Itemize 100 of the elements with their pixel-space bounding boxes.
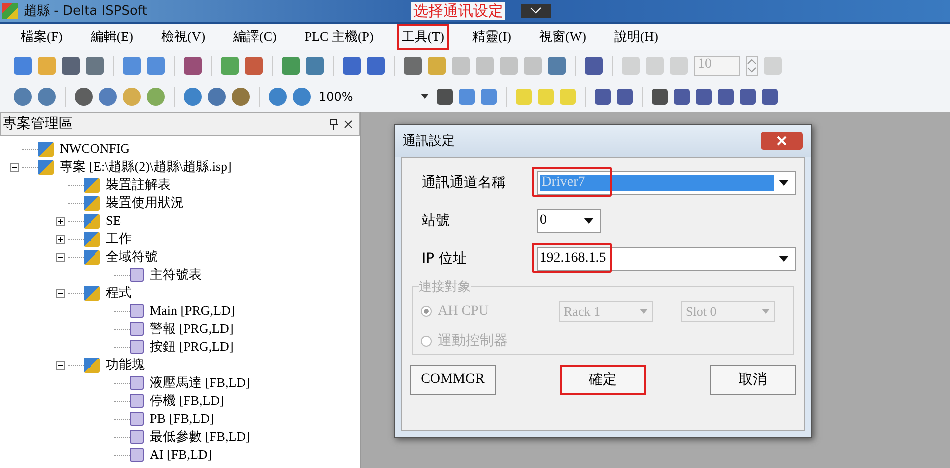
- toolbar-icon[interactable]: [269, 88, 287, 106]
- tree-item[interactable]: NWCONFIG: [60, 141, 130, 157]
- toolbar-icon[interactable]: [86, 56, 104, 74]
- close-icon: [777, 136, 787, 146]
- toolbar-icon[interactable]: [437, 88, 453, 104]
- toolbar-icon[interactable]: [293, 88, 311, 106]
- tree-item-icon: [130, 412, 144, 426]
- toolbar-icon[interactable]: [762, 88, 778, 104]
- dialog-title: 通訊設定: [403, 133, 455, 150]
- annotation-text: 选择通讯设定: [411, 2, 506, 20]
- dropdown-arrow-icon[interactable]: [584, 218, 594, 224]
- tree-item[interactable]: 按鈕 [PRG,LD]: [150, 338, 234, 356]
- tree-item-icon: [38, 142, 54, 156]
- tree-item[interactable]: 警報 [PRG,LD]: [150, 320, 234, 338]
- tree-item[interactable]: 裝置註解表: [106, 176, 171, 194]
- tree-item-icon: [84, 196, 100, 210]
- tree-item-icon: [84, 286, 100, 300]
- expand-icon[interactable]: [56, 234, 65, 244]
- app-cube-icon: [2, 3, 18, 19]
- tree-item-icon: [84, 358, 100, 372]
- toolbar-icon[interactable]: [208, 88, 226, 106]
- tree-item[interactable]: 主符號表: [150, 266, 202, 284]
- zoom-dropdown[interactable]: 100%: [317, 90, 431, 104]
- menu-item[interactable]: 編輯(E): [86, 24, 138, 50]
- dialog-button[interactable]: 取消: [710, 365, 796, 395]
- menu-item[interactable]: 檔案(F): [16, 24, 68, 50]
- tree-item-icon: [130, 304, 144, 318]
- toolbar-icon[interactable]: [38, 88, 56, 106]
- toolbar-icon[interactable]: [99, 88, 117, 106]
- dropdown-arrow-icon[interactable]: [779, 256, 789, 262]
- toolbar-icon[interactable]: [718, 88, 734, 104]
- spin-arrows-icon[interactable]: [746, 56, 758, 76]
- tree-item-icon: [130, 430, 144, 444]
- tree-item[interactable]: 工作: [106, 230, 132, 248]
- collapse-icon[interactable]: [10, 162, 19, 172]
- dropdown-field[interactable]: 0: [537, 209, 601, 233]
- window-title: 趙縣 - Delta ISPSoft: [24, 3, 148, 20]
- dropdown-arrow-icon[interactable]: [779, 180, 789, 186]
- toolbar-icon[interactable]: [548, 56, 566, 74]
- menu-item[interactable]: PLC 主機(P): [300, 24, 379, 50]
- menu-item[interactable]: 工具(T): [396, 24, 450, 50]
- toolbar-icon[interactable]: [404, 56, 422, 74]
- tree-item[interactable]: 功能塊: [106, 356, 145, 374]
- tree-item-icon: [130, 268, 144, 282]
- toolbar-icon[interactable]: [367, 56, 385, 74]
- tree-item-icon: [84, 214, 100, 228]
- menu-item[interactable]: 視窗(W): [534, 24, 592, 50]
- toolbar-icon[interactable]: [306, 56, 324, 74]
- close-button[interactable]: [761, 132, 803, 150]
- toolbar-icon[interactable]: [617, 88, 633, 104]
- toolbar-icon[interactable]: [184, 56, 202, 74]
- dialog-button[interactable]: 確定: [560, 365, 646, 395]
- toolbar-icon[interactable]: [75, 88, 93, 106]
- tree-item[interactable]: 全域符號: [106, 248, 158, 266]
- toolbar-icon[interactable]: [674, 88, 690, 104]
- dropdown-arrow-icon[interactable]: [421, 94, 429, 99]
- toolbar-icon[interactable]: [459, 88, 475, 104]
- tree-item[interactable]: 專案 [E:\趙縣(2)\趙縣\趙縣.isp]: [60, 158, 232, 176]
- menu-item[interactable]: 精靈(I): [467, 24, 516, 50]
- toolbar-icon[interactable]: [585, 56, 603, 74]
- toolbar-icon[interactable]: [232, 88, 250, 106]
- tree-item[interactable]: 程式: [106, 284, 132, 302]
- tree-item-icon: [84, 250, 100, 264]
- menu-item[interactable]: 檢視(V): [156, 24, 211, 50]
- toolbar-icon[interactable]: [14, 88, 32, 106]
- toolbar-icon[interactable]: [147, 56, 165, 74]
- tree-item[interactable]: AI [FB,LD]: [150, 447, 212, 463]
- toolbar-icon[interactable]: [740, 88, 756, 104]
- chevron-down-icon[interactable]: [521, 4, 552, 18]
- tree-item[interactable]: 停機 [FB,LD]: [150, 392, 224, 410]
- toolbar-icon[interactable]: [245, 56, 263, 74]
- dialog-button[interactable]: COMMGR: [410, 365, 496, 395]
- collapse-icon[interactable]: [56, 288, 65, 298]
- tree-item[interactable]: PB [FB,LD]: [150, 411, 214, 427]
- toolbar-icon[interactable]: [62, 56, 80, 74]
- toolbar-icon[interactable]: [696, 88, 712, 104]
- tree-item[interactable]: 裝置使用狀況: [106, 194, 184, 212]
- tree-item[interactable]: Main [PRG,LD]: [150, 303, 236, 319]
- toolbar-icon[interactable]: [481, 88, 497, 104]
- menu-item[interactable]: 說明(H): [609, 24, 664, 50]
- toolbar-icon[interactable]: [343, 56, 361, 74]
- menu-item[interactable]: 編譯(C): [228, 24, 282, 50]
- tree-item-icon: [84, 232, 100, 246]
- expand-icon[interactable]: [56, 216, 65, 226]
- toolbar-icon[interactable]: [595, 88, 611, 104]
- field-label: 通訊通道名稱: [421, 174, 507, 192]
- collapse-icon[interactable]: [56, 360, 65, 370]
- pin-icon[interactable]: [330, 118, 338, 130]
- tree-item[interactable]: 最低參數 [FB,LD]: [150, 428, 250, 446]
- toolbar-icon[interactable]: [123, 56, 141, 74]
- tree-item-icon: [130, 376, 144, 390]
- toolbar-icon[interactable]: [652, 88, 668, 104]
- collapse-icon[interactable]: [56, 252, 65, 262]
- group-title: 連接對象: [419, 278, 471, 296]
- toolbar-icon[interactable]: [14, 56, 32, 74]
- close-icon[interactable]: [344, 120, 353, 128]
- toolbar-icon[interactable]: [282, 56, 300, 74]
- tree-item[interactable]: SE: [106, 213, 122, 229]
- toolbar-icon[interactable]: [184, 88, 202, 106]
- tree-item[interactable]: 液壓馬達 [FB,LD]: [150, 374, 250, 392]
